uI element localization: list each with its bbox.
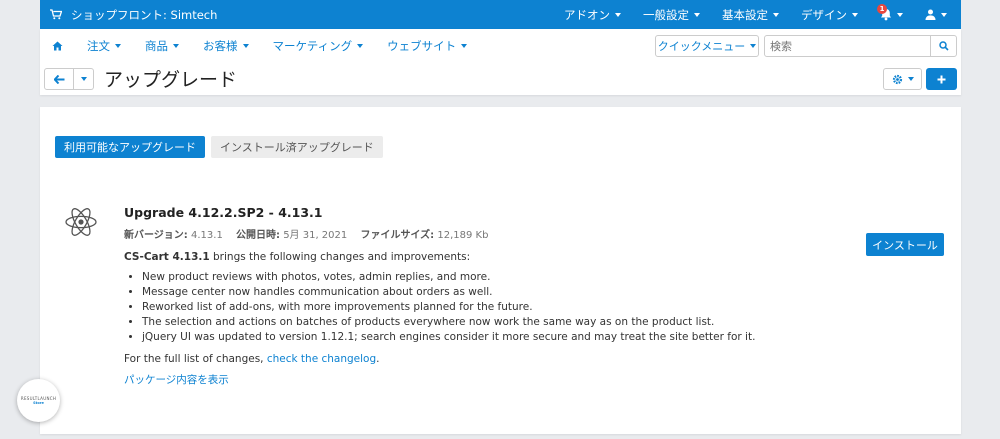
chevron-down-icon — [173, 43, 179, 48]
size-value: 12,189 Kb — [437, 230, 489, 241]
chevron-down-icon — [773, 12, 779, 17]
top-navbar: ショップフロント: Simtech アドオン 一般設定 基本設定 デザイン 1 — [40, 0, 961, 29]
nav-basic-settings[interactable]: 基本設定 — [711, 0, 790, 29]
nav-basic-settings-label: 基本設定 — [722, 7, 768, 22]
quick-menu-button[interactable]: クイックメニュー — [655, 35, 759, 57]
intro-text: brings the following changes and improve… — [209, 251, 471, 263]
menu-website-label: ウェブサイト — [387, 38, 457, 53]
list-item: The selection and actions on batches of … — [142, 315, 884, 330]
list-item: New product reviews with photos, votes, … — [142, 270, 884, 285]
chevron-down-icon — [852, 12, 858, 17]
logo-line2: Store — [33, 401, 44, 405]
menu-customers-label: お客様 — [203, 38, 238, 53]
upgrade-details: Upgrade 4.12.2.SP2 - 4.13.1 新バージョン: 4.13… — [124, 205, 884, 387]
plus-icon — [937, 75, 946, 83]
page-title: アップグレード — [104, 69, 238, 91]
home-button[interactable] — [40, 41, 75, 51]
chevron-down-icon — [80, 77, 87, 81]
menu-marketing[interactable]: マーケティング — [261, 38, 376, 54]
add-button[interactable] — [926, 68, 957, 90]
atom-icon — [65, 208, 97, 236]
full-list-end: . — [376, 353, 380, 365]
chevron-down-icon — [907, 77, 914, 81]
nav-design-label: デザイン — [801, 7, 847, 22]
notifications-button[interactable]: 1 — [869, 0, 914, 29]
nav-general-settings-label: 一般設定 — [643, 7, 689, 22]
version-label: 新バージョン: — [124, 230, 188, 241]
tab-available-upgrades[interactable]: 利用可能なアップグレード — [55, 136, 205, 158]
notifications-badge: 1 — [877, 4, 887, 14]
cart-icon — [50, 9, 62, 20]
menu-orders[interactable]: 注文 — [75, 38, 133, 54]
full-list-note: For the full list of changes, check the … — [124, 353, 884, 365]
main-menu: 注文 商品 お客様 マーケティング ウェブサイト — [40, 29, 479, 62]
back-history-dropdown[interactable] — [74, 68, 94, 90]
chevron-down-icon — [615, 12, 621, 17]
search-icon — [938, 41, 949, 51]
quick-menu-label: クイックメニュー — [657, 40, 746, 53]
menu-website[interactable]: ウェブサイト — [375, 38, 479, 54]
list-item: Reworked list of add-ons, with more impr… — [142, 300, 884, 315]
chevron-down-icon — [242, 43, 249, 48]
nav-design[interactable]: デザイン — [790, 0, 869, 29]
nav-general-settings[interactable]: 一般設定 — [632, 0, 711, 29]
floating-logo-button[interactable]: RESULTLAUNCH Store — [17, 379, 60, 422]
upgrade-tabs: 利用可能なアップグレード インストール済アップグレード — [55, 136, 389, 158]
home-icon — [52, 41, 63, 50]
back-button[interactable] — [44, 68, 74, 90]
upgrades-panel: 利用可能なアップグレード インストール済アップグレード Upgrade 4.12… — [40, 107, 961, 434]
changelog-link[interactable]: check the changelog — [267, 353, 376, 365]
page-header: 注文 商品 お客様 マーケティング ウェブサイト クイックメニュー アップグレー… — [40, 29, 961, 95]
nav-addons[interactable]: アドオン — [553, 0, 632, 29]
upgrade-meta: 新バージョン: 4.13.1 公開日時: 5月 31, 2021 ファイルサイズ… — [124, 226, 884, 241]
store-name: ショップフロント: Simtech — [71, 7, 218, 22]
storefront-switcher[interactable]: ショップフロント: Simtech — [40, 7, 217, 23]
chevron-down-icon — [750, 44, 757, 48]
gear-icon — [892, 74, 902, 84]
chevron-down-icon — [115, 43, 121, 48]
date-label: 公開日時: — [236, 230, 280, 241]
search-input[interactable] — [765, 36, 930, 56]
user-menu-button[interactable] — [914, 0, 961, 29]
tab-installed-upgrades[interactable]: インストール済アップグレード — [211, 136, 383, 158]
full-list-text: For the full list of changes, — [124, 353, 267, 365]
search-box — [764, 35, 957, 57]
size-label: ファイルサイズ: — [360, 230, 435, 241]
search-button[interactable] — [930, 36, 956, 56]
menu-customers[interactable]: お客様 — [191, 38, 261, 54]
intro-product: CS-Cart 4.13.1 — [124, 251, 210, 263]
upgrade-title: Upgrade 4.12.2.SP2 - 4.13.1 — [124, 205, 323, 220]
changes-list: New product reviews with photos, votes, … — [124, 270, 884, 345]
menu-products-label: 商品 — [145, 38, 168, 53]
show-package-contents-link[interactable]: パッケージ内容を表示 — [124, 374, 229, 386]
chevron-down-icon — [941, 12, 947, 17]
install-button[interactable]: インストール — [866, 233, 944, 256]
back-button-group — [44, 68, 94, 90]
date-value: 5月 31, 2021 — [283, 230, 348, 241]
upgrade-intro: CS-Cart 4.13.1 brings the following chan… — [124, 251, 884, 263]
menu-products[interactable]: 商品 — [133, 38, 191, 54]
arrow-left-icon — [53, 74, 64, 84]
version-value: 4.13.1 — [191, 230, 223, 241]
settings-dropdown-button[interactable] — [883, 68, 922, 90]
nav-addons-label: アドオン — [564, 7, 610, 22]
menu-orders-label: 注文 — [87, 38, 110, 53]
chevron-down-icon — [694, 12, 700, 17]
list-item: Message center now handles communication… — [142, 285, 884, 300]
chevron-down-icon — [461, 43, 468, 48]
list-item: jQuery UI was updated to version 1.12.1;… — [142, 330, 884, 345]
chevron-down-icon — [897, 12, 903, 17]
menu-marketing-label: マーケティング — [272, 38, 353, 53]
chevron-down-icon — [357, 43, 364, 48]
user-icon — [925, 9, 936, 20]
